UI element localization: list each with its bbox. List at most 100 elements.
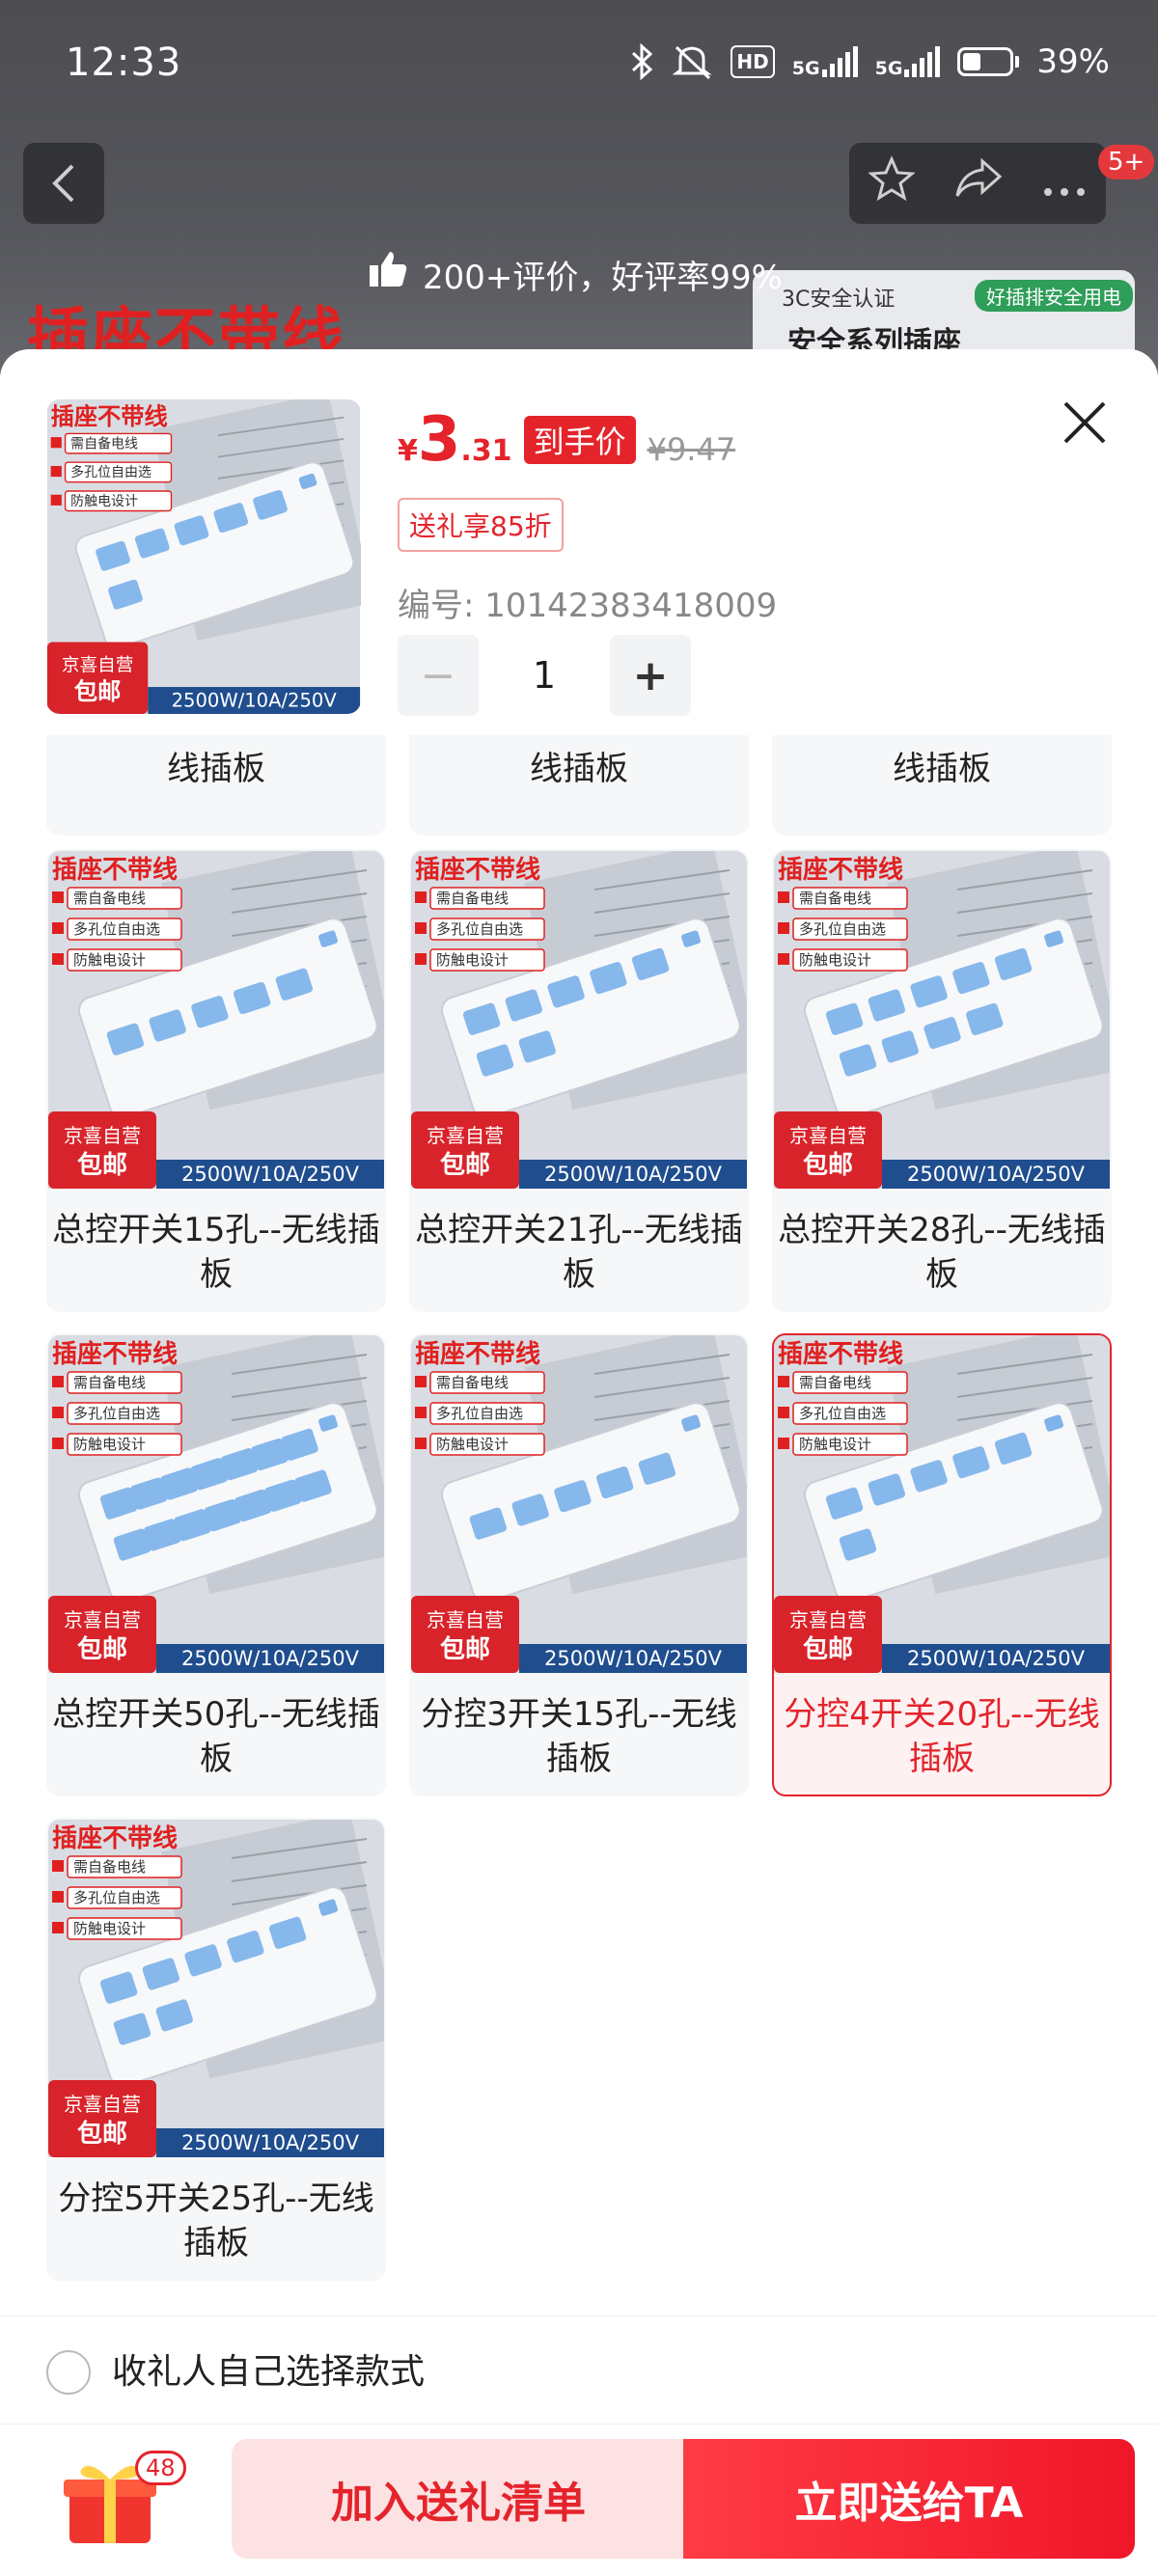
thumb-spec: 2500W/10A/250V	[544, 1163, 723, 1186]
thumb-feature: 多孔位自由选	[73, 1405, 160, 1422]
thumb-feature: 多孔位自由选	[799, 920, 886, 938]
gift-list-count-badge: 48	[135, 2451, 186, 2485]
thumb-jd-line1: 京喜自营	[64, 1608, 141, 1631]
variant-image: 插座不带线需自备电线多孔位自由选防触电设计京喜自营包邮 2500W/10A/250…	[48, 1335, 384, 1673]
network-type-1: 5G	[791, 58, 820, 79]
variant-label: 线插板	[167, 750, 265, 788]
decrease-quantity-button[interactable]: −	[398, 635, 479, 716]
variant-image: 插座不带线需自备电线多孔位自由选防触电设计京喜自营包邮 2500W/10A/250…	[411, 851, 747, 1189]
thumb-feature: 需自备电线	[799, 890, 871, 907]
variant-label: 分控3开关15孔--无线插板	[421, 1695, 737, 1778]
variant-image: 插座不带线需自备电线多孔位自由选防触电设计京喜自营包邮 2500W/10A/250…	[774, 1335, 1110, 1673]
thumb-jd-line2: 包邮	[803, 1150, 853, 1180]
thumb-jd-line2: 包邮	[803, 1634, 853, 1664]
recipient-choice-label[interactable]: 收礼人自己选择款式	[112, 2350, 425, 2395]
more-options-icon[interactable]	[1042, 159, 1087, 208]
thumb-feature: 需自备电线	[436, 890, 509, 907]
thumb-spec: 2500W/10A/250V	[544, 1647, 723, 1670]
variant-card[interactable]: 插座不带线 需自备电线 多孔位自由选 防触电设计 京喜自营 包邮 2500W/10A/250…	[772, 849, 1112, 1312]
battery-icon	[957, 47, 1020, 76]
thumb-spec: 2500W/10A/250V	[907, 1163, 1086, 1186]
variant-image: 插座不带线需自备电线多孔位自由选防触电设计京喜自营包邮 2500W/10A/250…	[411, 1335, 747, 1673]
favorite-star-icon[interactable]	[868, 154, 916, 212]
variant-label: 线插板	[530, 750, 628, 788]
variant-card[interactable]: 插座不带线 需自备电线 多孔位自由选 防触电设计 京喜自营 包邮 2500W/10A/250…	[409, 849, 749, 1312]
thumb-jd-line2: 包邮	[77, 1634, 127, 1664]
variant-image: 插座不带线需自备电线多孔位自由选防触电设计京喜自营包邮 2500W/10A/250…	[774, 851, 1110, 1189]
variant-image: 插座不带线需自备电线多孔位自由选防触电设计京喜自营包邮 2500W/10A/250…	[48, 851, 384, 1189]
close-icon	[1063, 401, 1106, 444]
variant-label: 总控开关50孔--无线插板	[52, 1695, 380, 1778]
bluetooth-icon	[630, 42, 655, 81]
thumb-jd-line1: 京喜自营	[62, 655, 133, 675]
thumb-jd-line2: 包邮	[440, 1634, 490, 1664]
thumb-spec: 2500W/10A/250V	[181, 1647, 360, 1670]
selected-product-image[interactable]: 插座不带线 需自备电线 多孔位自由选 防触电设计 京喜自营 包邮 2500W/10A/250…	[46, 399, 361, 714]
thumb-headline: 插座不带线	[52, 855, 178, 885]
price-decimal: .31	[460, 434, 512, 468]
thumb-jd-line1: 京喜自营	[789, 1124, 867, 1147]
thumb-jd-line2: 包邮	[77, 2119, 127, 2149]
product-thumbnail-main: 插座不带线需自备电线多孔位自由选防触电设计京喜自营包邮 2500W/10A/250…	[46, 399, 361, 714]
thumb-jd-line1: 京喜自营	[64, 2093, 141, 2116]
thumb-jd-line1: 京喜自营	[789, 1608, 867, 1631]
variant-label: 总控开关28孔--无线插板	[778, 1211, 1106, 1294]
status-bar: 12:33 HD 5G 5G 39%	[0, 0, 1158, 125]
thumb-feature: 需自备电线	[73, 1374, 146, 1391]
thumb-spec: 2500W/10A/250V	[181, 1163, 360, 1186]
variant-card[interactable]: 插座不带线 需自备电线 多孔位自由选 防触电设计 京喜自营 包邮 2500W/10A/250…	[409, 1333, 749, 1796]
background-product-page: 插座不带线 3C安全认证 好插排安全用电 安全系列插座 12:33 HD 5G …	[0, 0, 1158, 405]
recipient-choice-radio[interactable]	[46, 2350, 91, 2395]
thumb-headline: 插座不带线	[52, 1339, 178, 1369]
thumb-feature: 需自备电线	[799, 1374, 871, 1391]
variant-card[interactable]: 插座不带线 需自备电线 多孔位自由选 防触电设计 京喜自营 包邮 2500W/10A/250…	[46, 1818, 386, 2281]
thumb-feature: 需自备电线	[436, 1374, 509, 1391]
thumb-feature: 多孔位自由选	[73, 920, 160, 938]
variant-card[interactable]: 插座不带线需自备电线多孔位自由选 防触电设计京喜自营包邮 2500W/10A/250…	[46, 1333, 386, 1796]
thumb-feature: 需自备电线	[70, 435, 138, 452]
notification-badge: 5+	[1098, 145, 1155, 179]
mute-icon	[673, 42, 713, 81]
thumb-jd-line2: 包邮	[440, 1150, 490, 1180]
increase-quantity-button[interactable]: +	[610, 635, 691, 716]
variant-card[interactable]: 线插板	[46, 735, 386, 836]
review-banner[interactable]: 200+评价，好评率99%	[367, 245, 783, 303]
hd-voice-icon: HD	[731, 45, 775, 78]
gift-discount-tag: 送礼享85折	[398, 498, 564, 552]
send-gift-now-button[interactable]: 立即送给TA	[683, 2439, 1135, 2559]
variant-grid: 线插板 线插板 线插板 插座不带线 需自备电线 多孔位自由选 防触电设计 京喜自营 包邮 2…	[0, 735, 1158, 2576]
thumb-feature: 防触电设计	[436, 951, 509, 969]
variant-label: 总控开关21孔--无线插板	[415, 1211, 743, 1294]
variant-label: 分控5开关25孔--无线插板	[58, 2179, 374, 2262]
thumbs-up-icon	[367, 248, 409, 300]
quantity-value[interactable]: 1	[479, 654, 610, 697]
thumb-feature: 防触电设计	[799, 1436, 871, 1453]
thumb-headline: 插座不带线	[778, 1339, 903, 1369]
thumb-headline: 插座不带线	[415, 1339, 540, 1369]
review-summary: 200+评价，好评率99%	[423, 258, 783, 297]
thumb-feature: 防触电设计	[73, 1436, 146, 1453]
variant-card[interactable]: 线插板	[772, 735, 1112, 836]
variant-card[interactable]: 插座不带线 需自备电线 多孔位自由选 防触电设计 京喜自营 包邮 2500W/10A/250…	[46, 849, 386, 1312]
background-cert-text: 3C安全认证	[782, 288, 896, 312]
close-button[interactable]	[1062, 397, 1108, 455]
price-row: ¥ 3 .31 到手价 ¥9.47	[398, 409, 735, 471]
share-icon[interactable]	[953, 157, 1004, 210]
original-price: ¥9.47	[647, 431, 736, 468]
variant-card[interactable]: 线插板	[409, 735, 749, 836]
variant-card-selected[interactable]: 插座不带线需自备电线多孔位自由选 防触电设计京喜自营包邮 2500W/10A/250…	[772, 1333, 1112, 1796]
back-button[interactable]	[23, 143, 104, 224]
thumb-headline: 插座不带线	[52, 1823, 178, 1853]
thumb-headline: 插座不带线	[778, 855, 903, 885]
thumb-feature: 防触电设计	[436, 1436, 509, 1453]
variant-label: 总控开关15孔--无线插板	[52, 1211, 380, 1294]
thumb-feature: 防触电设计	[73, 1920, 146, 1937]
thumb-feature: 防触电设计	[73, 951, 146, 969]
thumb-feature: 多孔位自由选	[799, 1405, 886, 1422]
quantity-stepper: − 1 +	[398, 635, 691, 716]
add-to-gift-list-button[interactable]: 加入送礼清单	[232, 2439, 685, 2559]
thumb-spec: 2500W/10A/250V	[907, 1647, 1086, 1670]
background-tag: 好插排安全用电	[975, 280, 1133, 312]
top-action-group	[849, 143, 1106, 224]
thumb-jd-line1: 京喜自营	[427, 1124, 504, 1147]
